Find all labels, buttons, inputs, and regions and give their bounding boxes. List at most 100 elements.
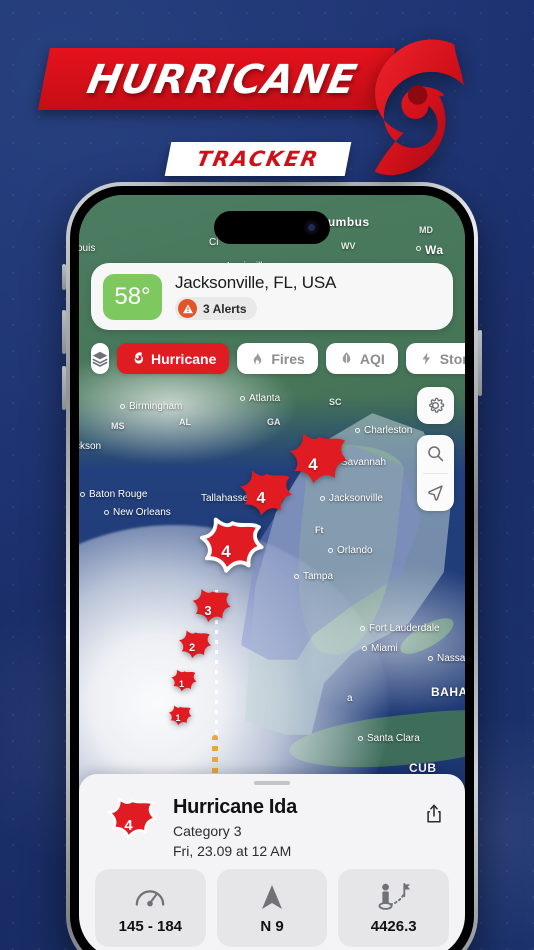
storm-track-marker[interactable]: 1 bbox=[163, 703, 193, 733]
map-city-dot bbox=[355, 428, 360, 433]
warning-triangle-icon bbox=[178, 299, 197, 318]
map-city-label: Tampa bbox=[303, 571, 334, 582]
map-city-dot bbox=[358, 736, 363, 741]
map-city-label: Fort Lauderdale bbox=[369, 623, 440, 634]
sheet-text-block: Hurricane Ida Category 3 Fri, 23.09 at 1… bbox=[173, 793, 407, 859]
map-city-dot bbox=[328, 548, 333, 553]
phone-button-silent[interactable] bbox=[62, 264, 66, 290]
alerts-pill[interactable]: 3 Alerts bbox=[175, 297, 257, 320]
map-city-dot bbox=[104, 510, 109, 515]
phone-bezel: IndianapolisColumbusCiLouisvilleouisWaMD… bbox=[70, 186, 474, 950]
map-city-label: Orlando bbox=[337, 545, 373, 556]
sheet-marker-category: 4 bbox=[124, 816, 133, 834]
weather-summary-card[interactable]: 58° Jacksonville, FL, USA 3 Alerts bbox=[91, 263, 453, 330]
speedometer-icon bbox=[134, 880, 166, 914]
logo-subtitle: TRACKER bbox=[194, 147, 322, 171]
map-city-label: ouis bbox=[79, 243, 96, 254]
map-city-label: New Orleans bbox=[113, 507, 171, 518]
phone-button-power[interactable] bbox=[478, 330, 482, 396]
map-city-label: SC bbox=[329, 397, 342, 407]
map-city-dot bbox=[428, 656, 433, 661]
map-city-dot bbox=[416, 246, 421, 251]
filter-chip-list[interactable]: Hurricane Fires AQI Storms bbox=[117, 343, 465, 374]
dynamic-island bbox=[214, 211, 330, 244]
map-city-label: Santa Clara bbox=[367, 733, 420, 744]
stat-card[interactable]: N 9 bbox=[216, 869, 328, 947]
filter-chip-hurricane[interactable]: Hurricane bbox=[117, 343, 230, 374]
hurricane-swirl-icon bbox=[374, 39, 464, 176]
app-logo: HURRICANE TRACKER bbox=[0, 34, 534, 176]
map-city-dot bbox=[240, 396, 245, 401]
layers-button[interactable] bbox=[91, 343, 109, 374]
phone-button-volume-down[interactable] bbox=[62, 366, 66, 410]
map-search-button[interactable] bbox=[417, 435, 454, 473]
layers-icon bbox=[92, 351, 108, 367]
map-city-label: MD bbox=[419, 225, 433, 235]
map-city-label: Wa bbox=[425, 243, 444, 257]
temperature-badge: 58° bbox=[103, 273, 162, 320]
map-city-label: MS bbox=[111, 421, 125, 431]
map-control-stack[interactable] bbox=[417, 435, 454, 511]
filter-chip-fires[interactable]: Fires bbox=[237, 343, 318, 374]
storm-track-marker[interactable]: 4 bbox=[187, 513, 265, 591]
stat-card[interactable]: 145 - 184 bbox=[95, 869, 206, 947]
map-city-dot bbox=[120, 404, 125, 409]
map-city-label: a bbox=[347, 693, 353, 704]
map-city-label: Ft bbox=[315, 525, 324, 535]
map-city-label: BAHAM bbox=[431, 685, 465, 699]
storm-stats-row: 145 - 184 N 9 4426.3 bbox=[95, 869, 450, 947]
map-settings-button[interactable] bbox=[417, 387, 454, 424]
storm-date: Fri, 23.09 at 12 AM bbox=[173, 843, 292, 859]
map-city-label: GA bbox=[267, 417, 281, 427]
sheet-grabber[interactable] bbox=[254, 781, 290, 785]
map-layer-filter-row[interactable]: Hurricane Fires AQI Storms bbox=[91, 343, 465, 374]
filter-chip-aqi[interactable]: AQI bbox=[325, 343, 398, 374]
map-city-label: AL bbox=[179, 417, 191, 427]
hurricane-marker-icon bbox=[168, 705, 192, 726]
hurricane-marker-icon bbox=[179, 630, 212, 659]
phone-mockup: IndianapolisColumbusCiLouisvilleouisWaMD… bbox=[66, 182, 478, 950]
map-city-label: WV bbox=[341, 241, 356, 251]
map-city-label: CUB bbox=[409, 761, 437, 775]
hurricane-marker-icon bbox=[199, 517, 264, 573]
lightning-bolt-icon bbox=[419, 351, 434, 366]
page-root: HURRICANE TRACKER Columbus Ci ouis Wa MD… bbox=[0, 0, 534, 950]
hurricane-marker-icon bbox=[171, 669, 197, 692]
storm-track-marker[interactable]: 2 bbox=[171, 627, 213, 669]
storm-detail-sheet[interactable]: 4 Hurricane Ida Category 3 Fri, 23.09 at… bbox=[79, 774, 465, 950]
hurricane-icon bbox=[130, 351, 145, 366]
storm-category: Category 3 bbox=[173, 823, 242, 839]
stat-card[interactable]: 4426.3 bbox=[338, 869, 450, 947]
gear-icon bbox=[429, 397, 445, 413]
front-camera-icon bbox=[304, 220, 319, 235]
weather-card-text: Jacksonville, FL, USA 3 Alerts bbox=[175, 273, 336, 320]
map-city-label: Nassa bbox=[437, 653, 465, 664]
stat-value: 4426.3 bbox=[370, 918, 417, 935]
logo-title: HURRICANE bbox=[83, 57, 361, 103]
share-icon bbox=[427, 804, 441, 823]
distance-person-flag-icon bbox=[377, 880, 411, 914]
compass-arrow-icon bbox=[260, 880, 284, 914]
map-city-label: Charleston bbox=[364, 425, 413, 436]
navigation-arrow-icon bbox=[428, 485, 443, 501]
sheet-hurricane-icon: 4 bbox=[95, 795, 161, 855]
filter-chip-label: AQI bbox=[359, 350, 385, 367]
sheet-header: 4 Hurricane Ida Category 3 Fri, 23.09 at… bbox=[95, 793, 449, 859]
map-city-label: Birmingham bbox=[129, 401, 183, 412]
storm-title: Hurricane Ida bbox=[173, 796, 297, 818]
stat-value: 145 - 184 bbox=[118, 918, 183, 935]
map-city-dot bbox=[80, 492, 85, 497]
storm-track-marker[interactable]: 1 bbox=[165, 667, 198, 700]
leaf-icon bbox=[339, 351, 354, 366]
filter-chip-label: Hurricane bbox=[151, 350, 217, 367]
map-city-label: Baton Rouge bbox=[89, 489, 148, 500]
phone-button-volume-up[interactable] bbox=[62, 310, 66, 354]
search-icon bbox=[428, 446, 444, 462]
filter-chip-label: Fires bbox=[271, 350, 305, 367]
filter-chip-storms[interactable]: Storms bbox=[405, 343, 465, 374]
map-city-label: ckson bbox=[79, 441, 102, 452]
map-city-dot bbox=[294, 574, 299, 579]
map-city-label: Miami bbox=[371, 643, 398, 654]
map-locate-button[interactable] bbox=[417, 474, 454, 512]
share-button[interactable] bbox=[419, 799, 449, 829]
